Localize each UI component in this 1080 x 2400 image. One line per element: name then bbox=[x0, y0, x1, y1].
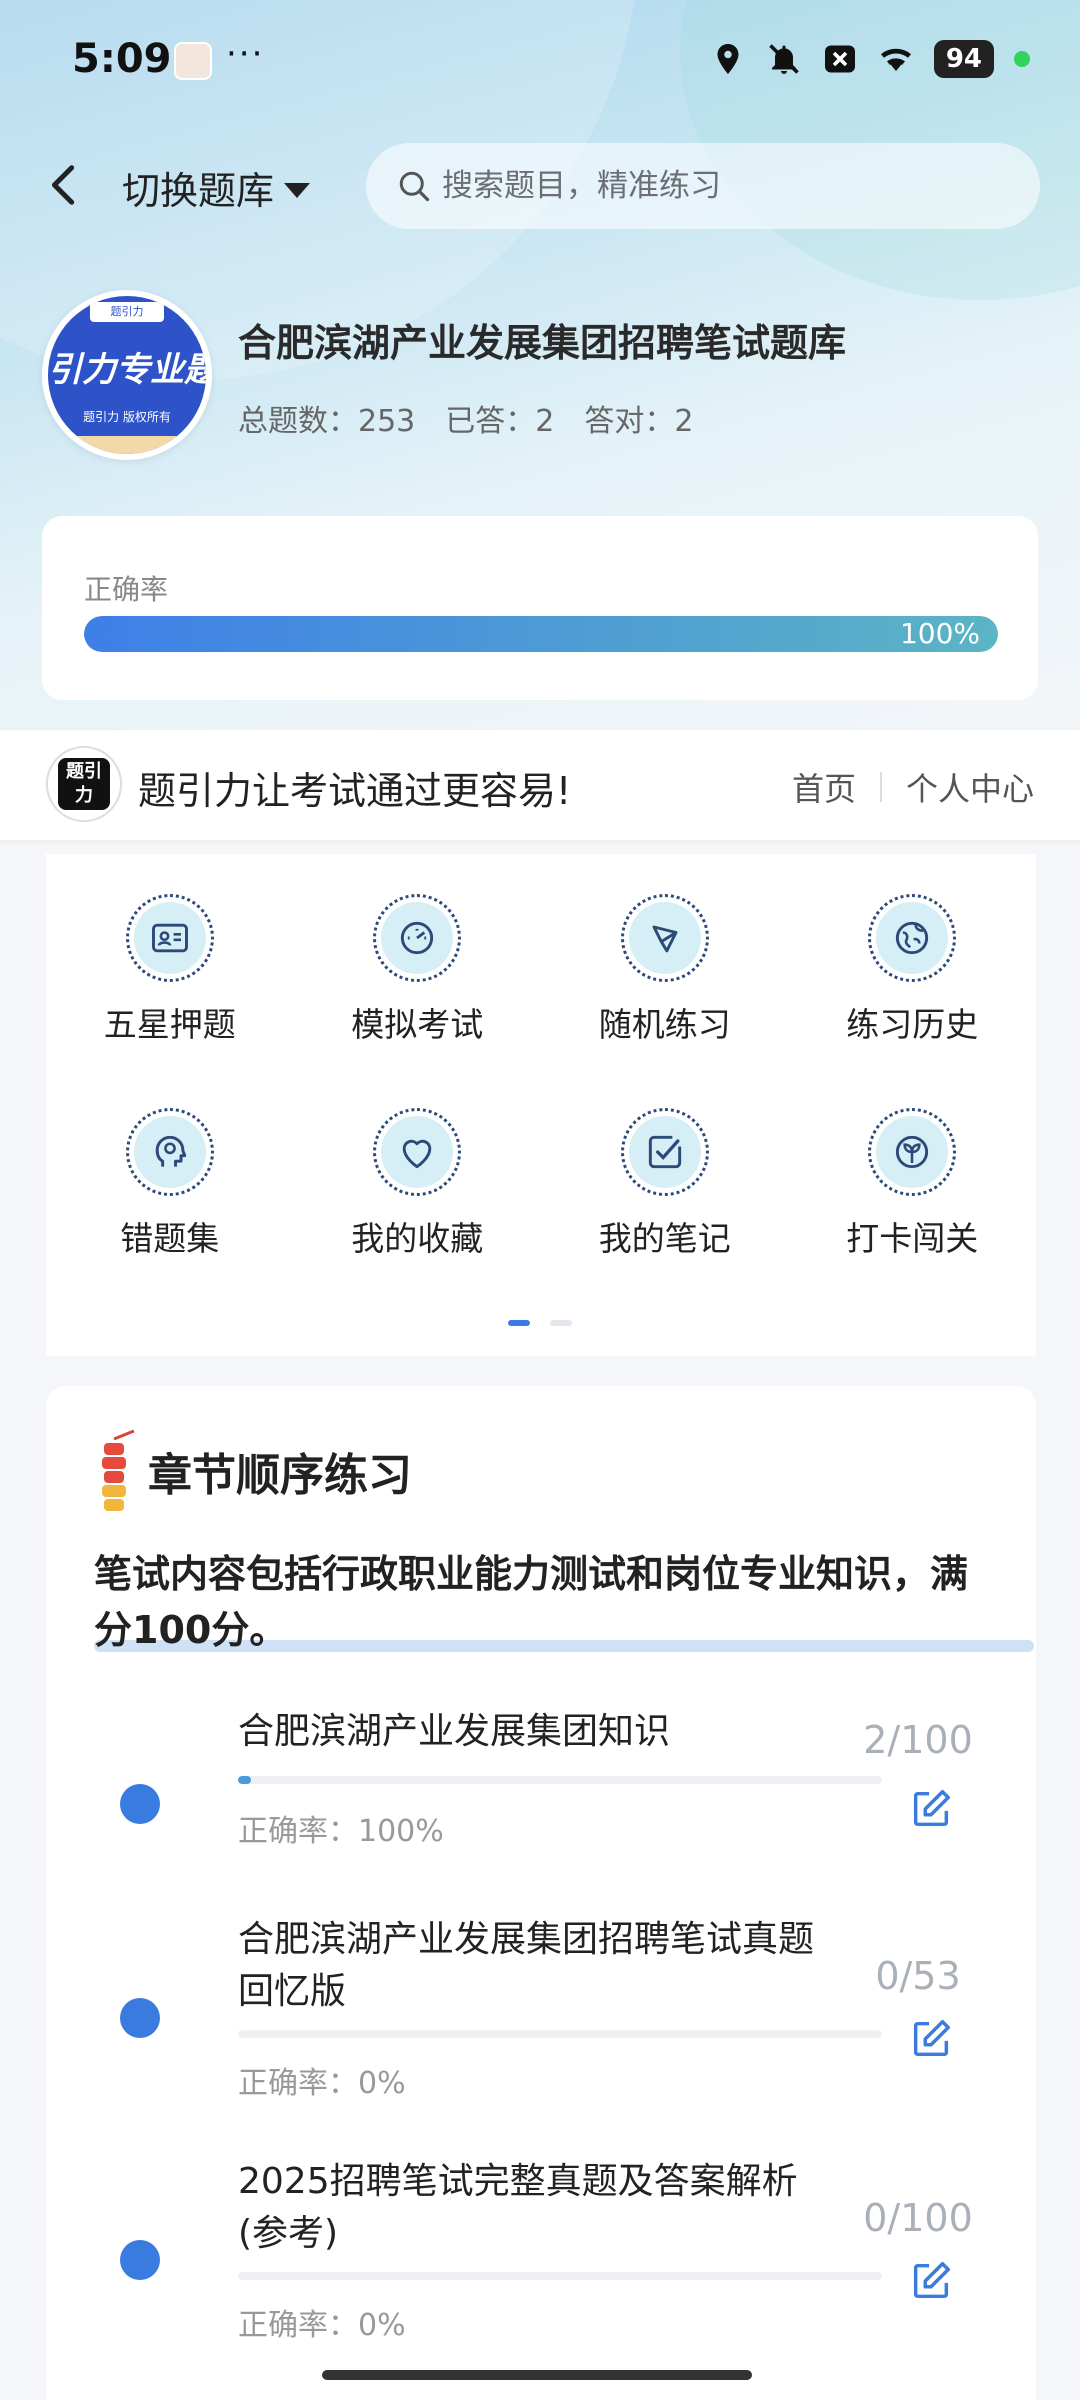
question-bank-title: 合肥滨湖产业发展集团招聘笔试题库 bbox=[238, 321, 847, 365]
leaf-icon bbox=[896, 1135, 929, 1169]
status-time: 5:09 bbox=[72, 36, 172, 82]
id-card-icon bbox=[151, 923, 188, 953]
search-icon bbox=[399, 171, 430, 202]
feature-label: 我的笔记 bbox=[598, 1219, 731, 1258]
gauge-icon bbox=[401, 921, 434, 955]
feature-notes[interactable]: 我的笔记 bbox=[541, 1108, 789, 1260]
shuffle-icon bbox=[652, 925, 678, 953]
question-bank-stats: 总题数：253 已答：2 答对：2 bbox=[238, 396, 693, 440]
close-box-icon bbox=[824, 45, 855, 73]
edit-icon[interactable] bbox=[908, 1786, 954, 1832]
chapter-description: 笔试内容包括行政职业能力测试和岗位专业知识，满分100分。 bbox=[94, 1552, 969, 1652]
globe-icon bbox=[896, 921, 929, 955]
brand-slogan: 题引力让考试通过更容易! bbox=[138, 769, 572, 813]
brand-nav: 首页 个人中心 bbox=[792, 764, 1034, 810]
feature-favorites[interactable]: 我的收藏 bbox=[294, 1108, 542, 1260]
chapter-count: 0/100 bbox=[863, 2196, 973, 2240]
chapter-progress-bar bbox=[238, 2272, 882, 2280]
home-indicator[interactable] bbox=[322, 2370, 752, 2380]
feature-label: 随机练习 bbox=[598, 1005, 731, 1044]
feature-check-in[interactable]: 打卡闯关 bbox=[789, 1108, 1037, 1260]
mute-bell-icon bbox=[769, 44, 799, 74]
total-questions: 总题数：253 bbox=[238, 404, 416, 439]
brand-logo: 题引力 bbox=[46, 746, 122, 822]
feature-label: 错题集 bbox=[120, 1219, 220, 1258]
chapter-bullet bbox=[120, 2240, 160, 2280]
chapter-name: 合肥滨湖产业发展集团知识 bbox=[238, 1711, 671, 1752]
brand-bar: 题引力 题引力让考试通过更容易! 首页 个人中心 bbox=[0, 730, 1080, 840]
search-bar[interactable] bbox=[366, 143, 1040, 229]
nav-home-link[interactable]: 首页 bbox=[792, 764, 856, 810]
location-icon bbox=[717, 44, 739, 74]
feature-random-practice[interactable]: 随机练习 bbox=[541, 894, 789, 1046]
chapter-bullet bbox=[120, 1784, 160, 1824]
head-icon bbox=[155, 1135, 186, 1167]
edit-icon[interactable] bbox=[908, 2016, 954, 2062]
correct-count: 答对：2 bbox=[584, 404, 694, 439]
feature-label: 我的收藏 bbox=[351, 1219, 484, 1258]
accuracy-card: 正确率 100% bbox=[42, 516, 1038, 700]
back-arrow-icon[interactable] bbox=[44, 162, 84, 208]
answered-count: 已答：2 bbox=[445, 404, 555, 439]
caret-down-icon bbox=[284, 183, 311, 198]
accuracy-percent: 100% bbox=[899, 617, 980, 650]
feature-label: 打卡闯关 bbox=[846, 1219, 979, 1258]
logo-subtext: 题引力 版权所有 bbox=[83, 410, 171, 424]
feature-mock-exam[interactable]: 模拟考试 bbox=[294, 894, 542, 1046]
feature-label: 五星押题 bbox=[103, 1005, 236, 1044]
privacy-indicator-icon bbox=[1014, 51, 1030, 67]
feature-label: 练习历史 bbox=[846, 1005, 979, 1044]
heart-icon bbox=[402, 1139, 432, 1169]
chapter-accuracy: 正确率：100% bbox=[238, 1814, 444, 1849]
chapter-progress-bar bbox=[238, 1776, 882, 1784]
status-icons: 94 bbox=[710, 40, 1030, 78]
battery-level: 94 bbox=[933, 40, 994, 78]
chapter-accuracy: 正确率：0% bbox=[238, 2308, 406, 2343]
switch-bank-label: 切换题库 bbox=[122, 169, 275, 213]
logo-tag: 题引力 bbox=[90, 302, 164, 322]
notification-avatar-icon bbox=[174, 42, 212, 80]
feature-five-star[interactable]: 五星押题 bbox=[46, 894, 294, 1046]
pager-dot[interactable] bbox=[550, 1320, 572, 1326]
feature-grid-card: 五星押题 模拟考试 随机练习 练习历史 错题集 我的收藏 我的笔记 打卡闯关 bbox=[46, 854, 1036, 1356]
chapter-progress-fill bbox=[238, 1776, 251, 1784]
chapter-accuracy: 正确率：0% bbox=[238, 2066, 406, 2101]
accuracy-progress-fill: 100% bbox=[84, 616, 998, 652]
search-input[interactable] bbox=[442, 168, 1002, 204]
switch-bank-dropdown[interactable]: 切换题库 bbox=[122, 160, 311, 215]
chapter-progress-bar bbox=[238, 2030, 882, 2038]
feature-label: 模拟考试 bbox=[351, 1005, 484, 1044]
feature-history[interactable]: 练习历史 bbox=[789, 894, 1037, 1046]
chapter-bullet bbox=[120, 1998, 160, 2038]
more-notifications-icon: ··· bbox=[226, 34, 265, 74]
feature-pager bbox=[508, 1320, 572, 1326]
logo-text: 引力专业题 bbox=[48, 350, 206, 390]
edit-icon[interactable] bbox=[908, 2258, 954, 2304]
nav-divider bbox=[879, 772, 882, 802]
nav-profile-link[interactable]: 个人中心 bbox=[906, 764, 1034, 810]
status-bar: 5:09 ··· 94 bbox=[0, 0, 1080, 126]
brand-logo-mark: 题引力 bbox=[58, 758, 110, 810]
accuracy-progress-bar: 100% bbox=[84, 616, 998, 652]
chapter-count: 0/53 bbox=[875, 1954, 961, 1998]
chapter-practice-card: 章节顺序练习 笔试内容包括行政职业能力测试和岗位专业知识，满分100分。 合肥滨… bbox=[46, 1386, 1036, 2400]
question-bank-logo: 题引力 引力专业题 题引力 版权所有 bbox=[42, 290, 212, 460]
chapter-section-header: 章节顺序练习 bbox=[90, 1426, 412, 1516]
top-header: 切换题库 bbox=[0, 140, 1080, 230]
chapter-name: 合肥滨湖产业发展集团招聘笔试真题回忆版 bbox=[238, 1919, 815, 2012]
feature-grid: 五星押题 模拟考试 随机练习 练习历史 错题集 我的收藏 我的笔记 打卡闯关 bbox=[46, 894, 1036, 1260]
feature-wrong-questions[interactable]: 错题集 bbox=[46, 1108, 294, 1260]
chapter-count: 2/100 bbox=[863, 1718, 973, 1762]
chapter-name: 2025招聘笔试完整真题及答案解析(参考) bbox=[238, 2161, 798, 2254]
chapter-section-title: 章节顺序练习 bbox=[148, 1450, 412, 1501]
firecracker-icon bbox=[102, 1429, 135, 1511]
pager-dot-active[interactable] bbox=[508, 1320, 530, 1326]
accuracy-label: 正确率 bbox=[84, 573, 169, 606]
note-icon bbox=[648, 1135, 681, 1169]
wifi-icon bbox=[880, 48, 911, 71]
